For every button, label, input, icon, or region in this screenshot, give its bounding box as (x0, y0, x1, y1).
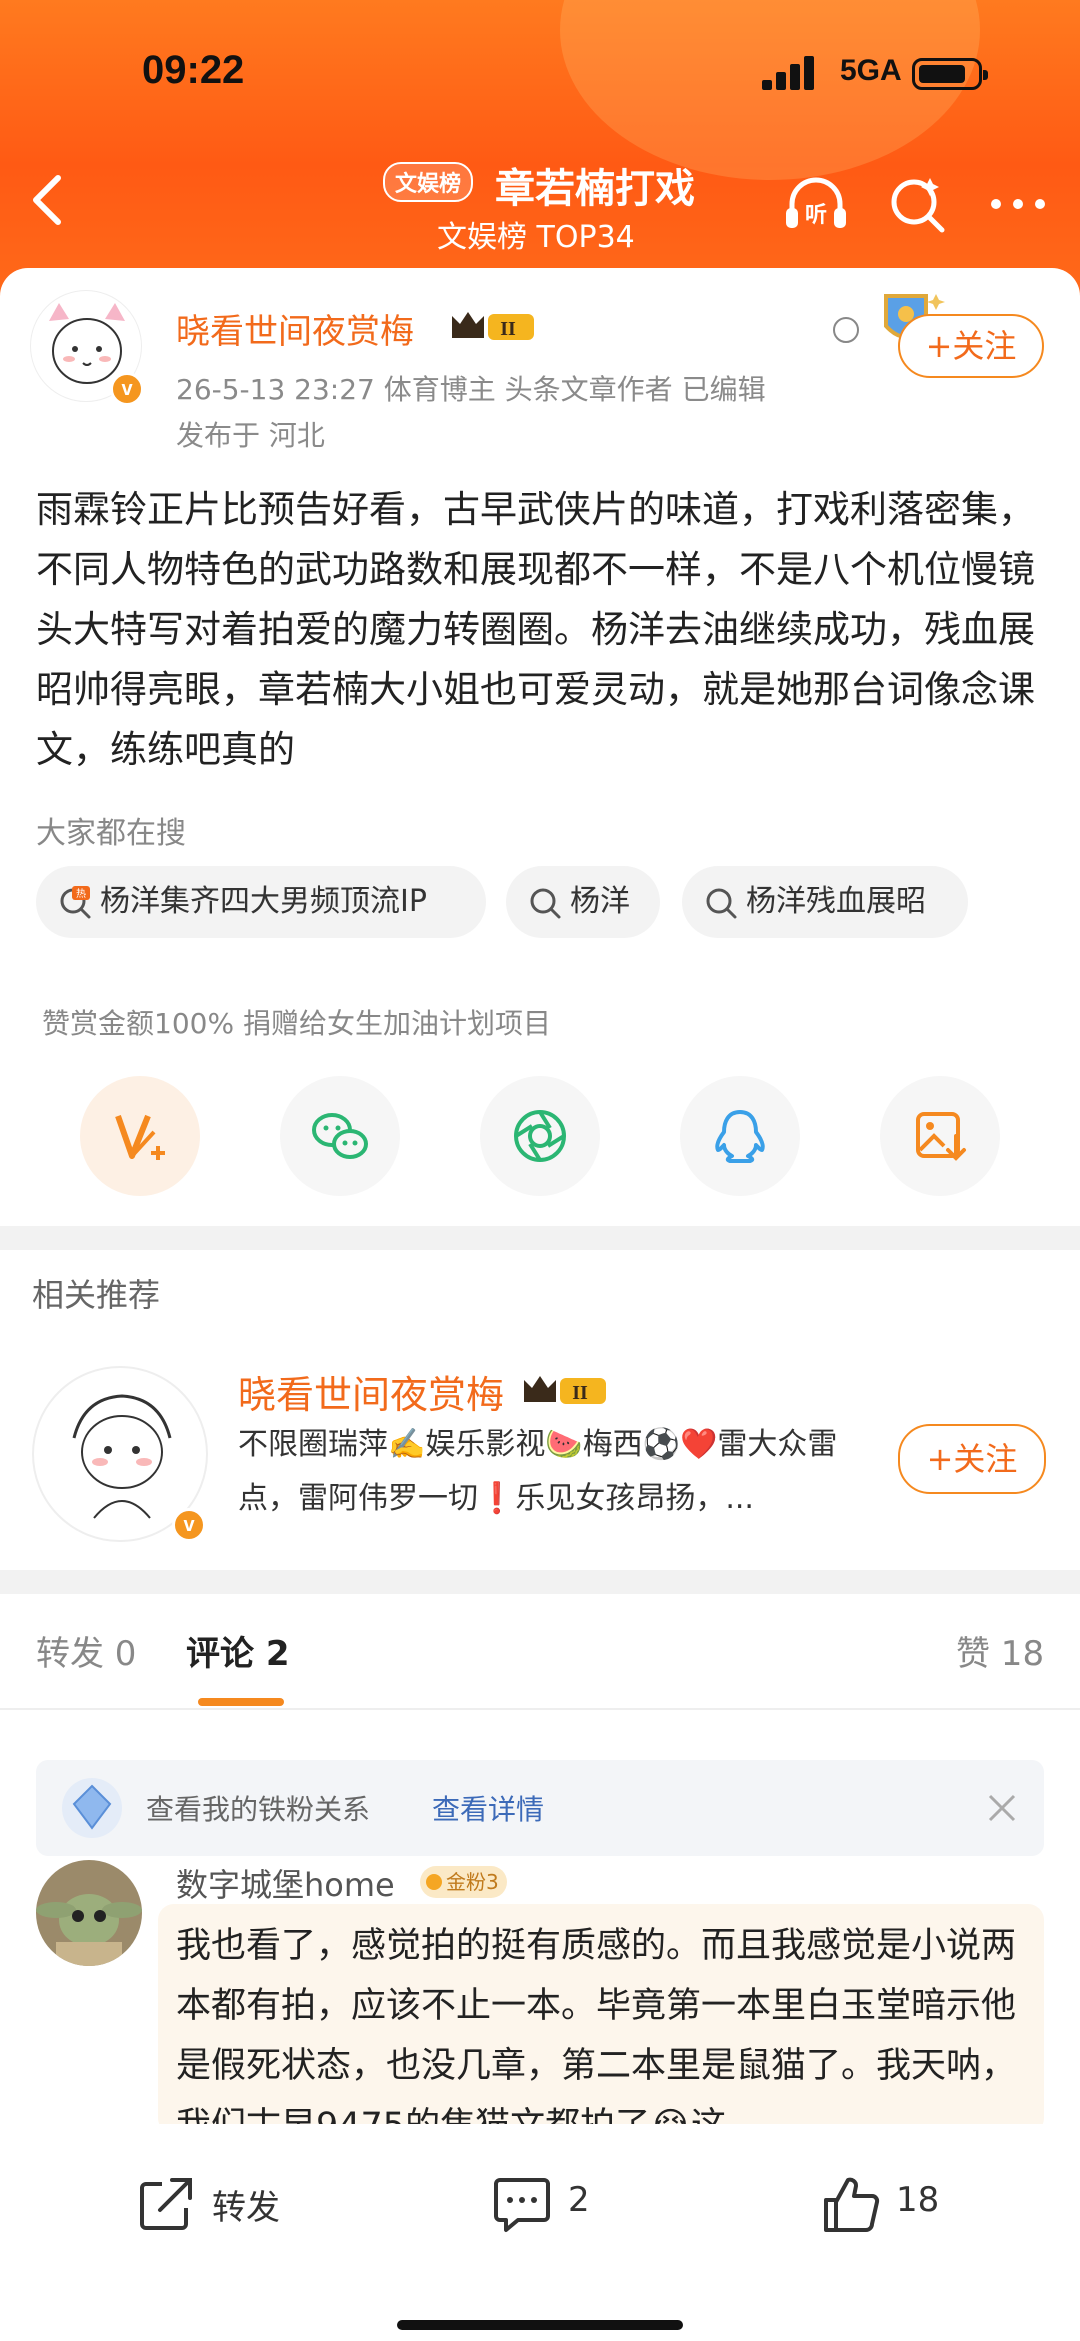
fan-relation-bar[interactable]: 查看我的铁粉关系 查看详情 (36, 1760, 1044, 1856)
repost-label: 转发 (212, 2188, 280, 2228)
follow-button[interactable]: +关注 (898, 314, 1044, 378)
reward-button[interactable] (80, 1076, 200, 1196)
comment-icon (494, 2178, 550, 2232)
repost-icon (140, 2178, 192, 2230)
tab-indicator (198, 1698, 284, 1706)
tab-comments[interactable]: 评论 2 (186, 1626, 290, 1675)
search-chip-3[interactable]: 杨洋残血展昭 (682, 866, 968, 938)
crown-icon: II (452, 312, 534, 340)
post-card: v 晓看世间夜赏梅 II 26-5-13 23:27 体育博主 头条文章作者 已… (0, 268, 1080, 1226)
battery-icon (912, 58, 988, 90)
svg-text:II: II (500, 318, 516, 340)
svg-text:热: 热 (76, 887, 86, 900)
search-chip-label: 杨洋残血展昭 (746, 884, 926, 919)
search-chip-label: 杨洋集齐四大男频顶流IP (100, 884, 427, 919)
close-icon[interactable] (986, 1792, 1018, 1824)
author-name[interactable]: 晓看世间夜赏梅 (176, 304, 414, 353)
save-image-icon (916, 1112, 966, 1161)
like-button[interactable]: 18 (818, 2168, 968, 2238)
search-chip-label: 杨洋 (570, 884, 630, 919)
network-type: 5GA (840, 54, 902, 87)
recommend-title: 相关推荐 (32, 1276, 161, 1314)
reward-note: 赞赏金额100% 捐赠给女生加油计划项目 (42, 1007, 551, 1040)
like-count: 18 (896, 2180, 940, 2220)
comment-count: 2 (568, 2180, 590, 2220)
recommend-card: 相关推荐 v 晓看世间夜赏梅 II 不限圈瑞萍✍️娱乐影视🍉梅西⚽❤️雷大众雷点… (0, 1250, 1080, 1570)
page-title: 章若楠打戏 (495, 166, 695, 212)
tab-repost[interactable]: 转发 0 (36, 1626, 136, 1675)
fan-relation-link[interactable]: 查看详情 (432, 1788, 544, 1828)
post-content: 雨霖铃正片比预告好看，古早武侠片的味道，打戏利落密集，不同人物特色的武功路数和展… (36, 488, 1035, 771)
signal-icon (762, 56, 820, 90)
listen-icon[interactable]: 听 (782, 170, 850, 238)
search-chip-1[interactable]: 热 杨洋集齐四大男频顶流IP (36, 866, 486, 938)
fan-relation-text: 查看我的铁粉关系 (146, 1793, 371, 1826)
post-meta: 26-5-13 23:27 体育博主 头条文章作者 已编辑 (176, 373, 766, 406)
page-subtitle: 文娱榜 TOP34 (437, 220, 635, 255)
recommend-follow-button[interactable]: +关注 (898, 1424, 1046, 1494)
back-icon[interactable] (28, 170, 68, 230)
search-icon (530, 888, 561, 919)
comment-button[interactable]: 2 (490, 2168, 620, 2238)
recommend-desc: 不限圈瑞萍✍️娱乐影视🍉梅西⚽❤️雷大众雷点，雷阿伟罗一切❗乐见女孩昂扬，... (238, 1427, 838, 1516)
svg-text:II: II (572, 1382, 588, 1404)
ranking-tag: 文娱榜 (383, 162, 474, 202)
header-bar: 09:22 5GA 文娱榜 章若楠打戏 文娱榜 TOP34 听 (0, 0, 1080, 300)
share-qq-button[interactable] (680, 1076, 800, 1196)
repost-button[interactable]: 转发 (134, 2168, 294, 2238)
crown-icon: II (524, 1376, 606, 1404)
comment-text: 我也看了，感觉拍的挺有质感的。而且我感觉是小说两本都有拍，应该不止一本。毕竟第一… (158, 1904, 1044, 2134)
status-bar: 09:22 5GA (0, 48, 1080, 108)
nav-bar: 文娱榜 章若楠打戏 文娱榜 TOP34 听 (0, 150, 1080, 270)
comment-tabs: 转发 0 评论 2 赞 18 (0, 1594, 1080, 1710)
like-icon (824, 2177, 880, 2232)
recommend-author[interactable]: 晓看世间夜赏梅 (238, 1364, 504, 1419)
comments-section: 转发 0 评论 2 赞 18 查看我的铁粉关系 查看详情 数字城堡home 金粉… (0, 1594, 1080, 2134)
hot-search-icon: 热 (60, 886, 91, 919)
commenter-avatar[interactable] (36, 1860, 142, 1966)
search-icon (706, 888, 737, 919)
save-image-button[interactable] (880, 1076, 1000, 1196)
verified-badge: v (110, 372, 144, 406)
moments-icon (514, 1110, 566, 1162)
svg-text:听: 听 (805, 203, 827, 228)
bottom-action-bar: 转发 2 18 (0, 2124, 1080, 2341)
post-location: 发布于 河北 (176, 419, 325, 452)
search-chip-2[interactable]: 杨洋 (506, 866, 660, 938)
diamond-icon (62, 1778, 122, 1838)
more-icon[interactable] (984, 170, 1052, 238)
share-wechat-button[interactable] (280, 1076, 400, 1196)
commenter-name[interactable]: 数字城堡home (176, 1860, 395, 1906)
home-indicator (397, 2320, 683, 2330)
tab-likes[interactable]: 赞 18 (956, 1626, 1044, 1675)
verified-badge: v (172, 1508, 206, 1542)
search-icon[interactable] (884, 170, 952, 238)
status-time: 09:22 (142, 48, 245, 92)
share-moments-button[interactable] (480, 1076, 600, 1196)
trending-label: 大家都在搜 (36, 816, 186, 851)
qq-icon (715, 1110, 765, 1163)
wechat-icon (312, 1113, 368, 1159)
reward-icon (115, 1114, 165, 1160)
fan-level-badge: 金粉3 (420, 1866, 507, 1898)
